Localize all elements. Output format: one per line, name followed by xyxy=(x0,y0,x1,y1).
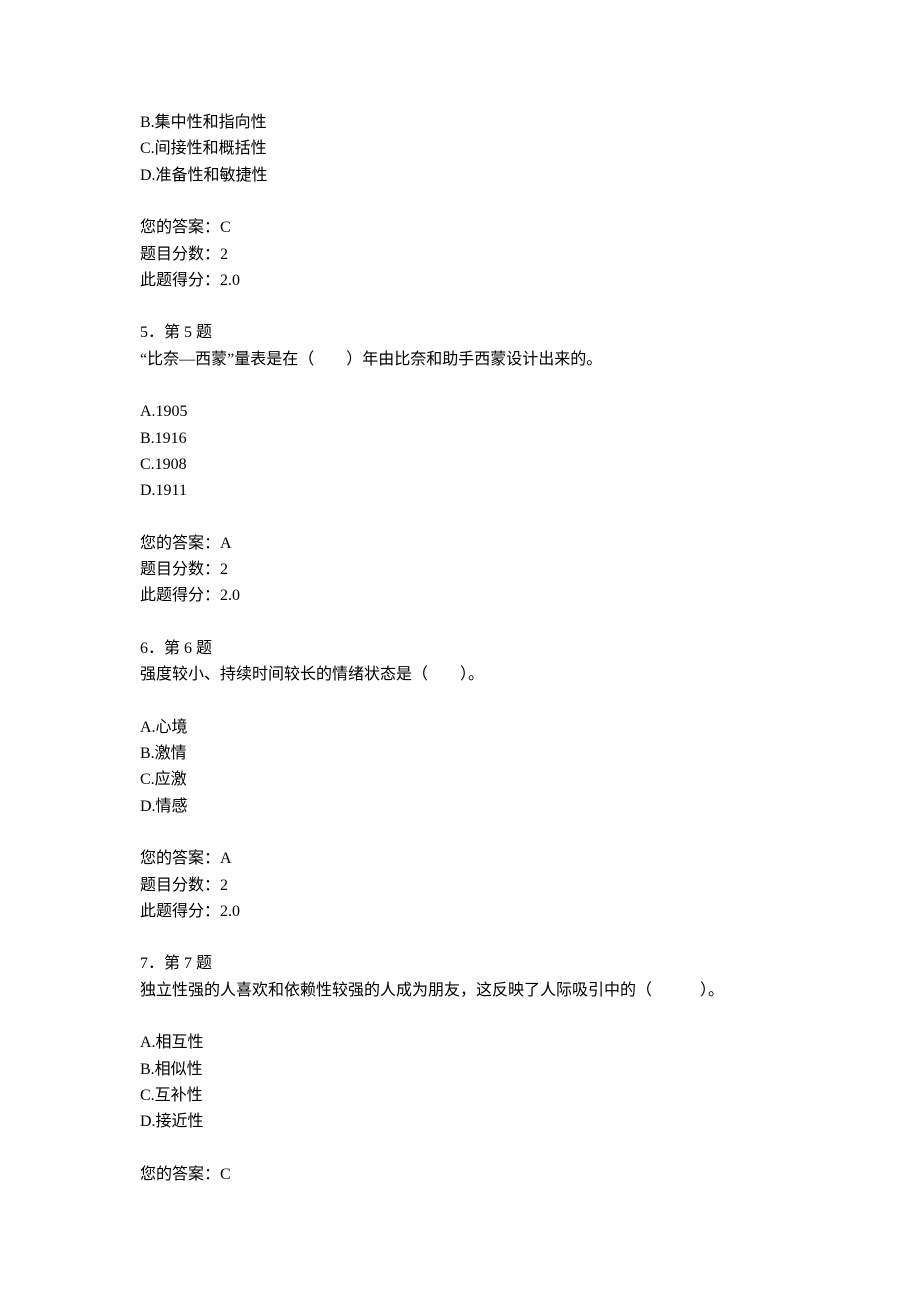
q4-score-label: 题目分数：2 xyxy=(140,242,780,268)
question-7-header: 7．第 7 题 独立性强的人喜欢和依赖性较强的人成为朋友，这反映了人际吸引中的（… xyxy=(140,951,780,1004)
q6-stem: 强度较小、持续时间较长的情绪状态是（ ）。 xyxy=(140,662,780,688)
question-7-options: A.相互性 B.相似性 C.互补性 D.接近性 xyxy=(140,1030,780,1136)
question-4-options-tail: B.集中性和指向性 C.间接性和概括性 D.准备性和敏捷性 xyxy=(140,110,780,189)
q6-option-d: D.情感 xyxy=(140,794,780,820)
q6-heading: 6．第 6 题 xyxy=(140,636,780,662)
q4-your-answer: 您的答案：C xyxy=(140,215,780,241)
q5-score-label: 题目分数：2 xyxy=(140,557,780,583)
q5-option-c: C.1908 xyxy=(140,452,780,478)
q4-option-c: C.间接性和概括性 xyxy=(140,136,780,162)
q6-option-a: A.心境 xyxy=(140,715,780,741)
q4-option-b: B.集中性和指向性 xyxy=(140,110,780,136)
q5-option-b: B.1916 xyxy=(140,426,780,452)
q5-heading: 5．第 5 题 xyxy=(140,320,780,346)
q6-got-label: 此题得分：2.0 xyxy=(140,899,780,925)
q6-your-answer: 您的答案：A xyxy=(140,846,780,872)
question-6-result: 您的答案：A 题目分数：2 此题得分：2.0 xyxy=(140,846,780,925)
question-4-result: 您的答案：C 题目分数：2 此题得分：2.0 xyxy=(140,215,780,294)
question-5-header: 5．第 5 题 “比奈—西蒙”量表是在（ ）年由比奈和助手西蒙设计出来的。 xyxy=(140,320,780,373)
q4-option-d: D.准备性和敏捷性 xyxy=(140,163,780,189)
question-6-options: A.心境 B.激情 C.应激 D.情感 xyxy=(140,715,780,821)
question-5-options: A.1905 B.1916 C.1908 D.1911 xyxy=(140,399,780,505)
q7-option-a: A.相互性 xyxy=(140,1030,780,1056)
q5-stem: “比奈—西蒙”量表是在（ ）年由比奈和助手西蒙设计出来的。 xyxy=(140,347,780,373)
question-5-result: 您的答案：A 题目分数：2 此题得分：2.0 xyxy=(140,531,780,610)
q7-your-answer: 您的答案：C xyxy=(140,1162,780,1188)
q5-got-label: 此题得分：2.0 xyxy=(140,583,780,609)
question-7-result: 您的答案：C xyxy=(140,1162,780,1188)
q7-stem: 独立性强的人喜欢和依赖性较强的人成为朋友，这反映了人际吸引中的（ ）。 xyxy=(140,978,780,1004)
q7-option-c: C.互补性 xyxy=(140,1083,780,1109)
q7-option-b: B.相似性 xyxy=(140,1057,780,1083)
q5-option-d: D.1911 xyxy=(140,478,780,504)
q6-option-b: B.激情 xyxy=(140,741,780,767)
q6-score-label: 题目分数：2 xyxy=(140,873,780,899)
q7-heading: 7．第 7 题 xyxy=(140,951,780,977)
q5-option-a: A.1905 xyxy=(140,399,780,425)
question-6-header: 6．第 6 题 强度较小、持续时间较长的情绪状态是（ ）。 xyxy=(140,636,780,689)
q7-option-d: D.接近性 xyxy=(140,1109,780,1135)
q6-option-c: C.应激 xyxy=(140,767,780,793)
document-page: B.集中性和指向性 C.间接性和概括性 D.准备性和敏捷性 您的答案：C 题目分… xyxy=(0,0,920,1274)
q5-your-answer: 您的答案：A xyxy=(140,531,780,557)
q4-got-label: 此题得分：2.0 xyxy=(140,268,780,294)
